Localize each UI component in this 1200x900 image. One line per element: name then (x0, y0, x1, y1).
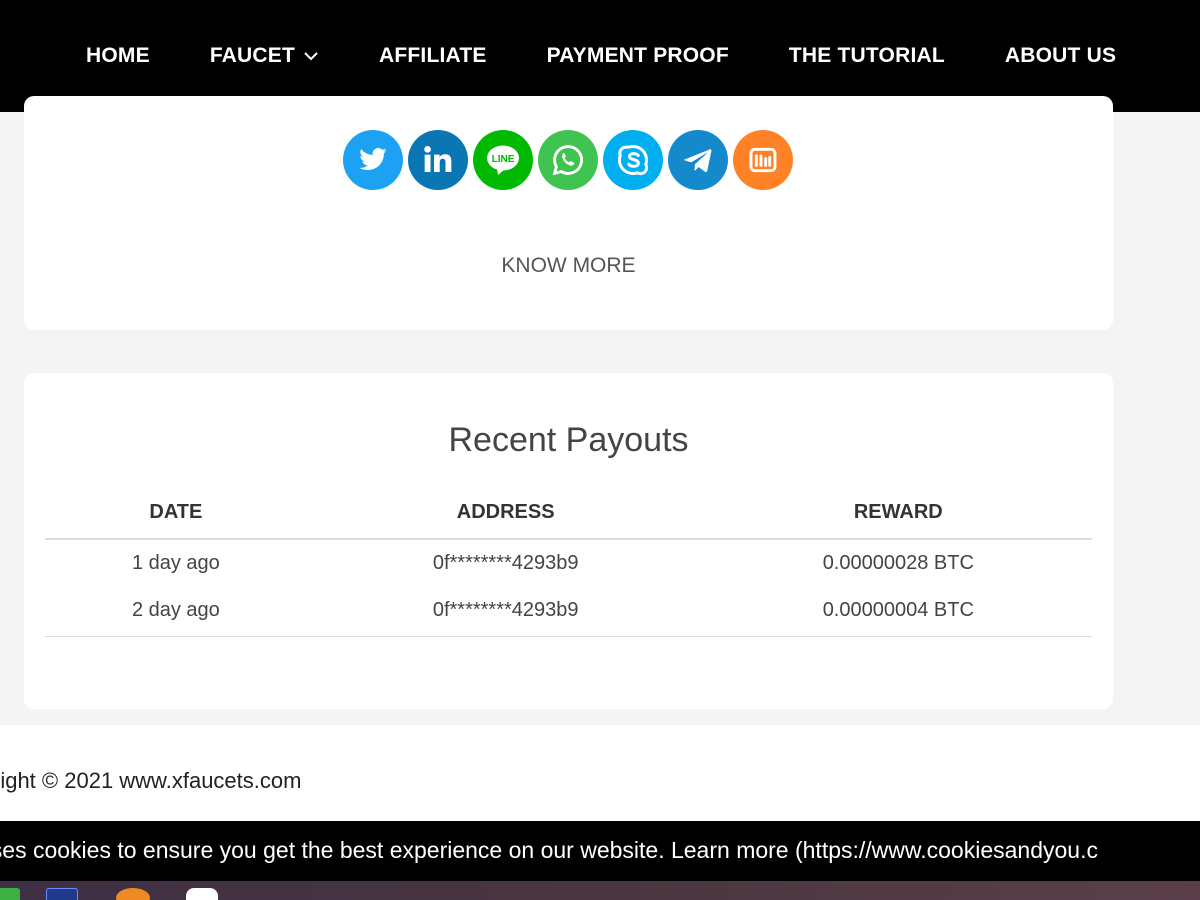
nav-affiliate[interactable]: AFFILIATE (379, 44, 487, 68)
payouts-title: Recent Payouts (448, 421, 689, 459)
telegram-share-button[interactable] (668, 130, 728, 190)
line-share-button[interactable]: LINE (473, 130, 533, 190)
taskbar-app-icon[interactable] (0, 888, 20, 900)
payout-reward: 0.00000004 BTC (704, 587, 1092, 637)
payout-date: 2 day ago (45, 587, 307, 637)
os-taskbar (0, 881, 1200, 900)
nav-tutorial-label: THE TUTORIAL (788, 44, 945, 67)
recent-payouts-card: Recent Payouts DATE ADDRESS REWARD 1 day… (24, 373, 1113, 709)
column-header-address: ADDRESS (306, 485, 705, 540)
share-buttons: LINE (343, 130, 793, 190)
taskbar-app-icon[interactable] (46, 888, 78, 900)
payout-reward: 0.00000028 BTC (822, 552, 974, 574)
linkedin-share-button[interactable] (408, 130, 468, 190)
page: HOME FAUCET AFFILIATE PAYMENT PROOF THE … (0, 0, 1200, 900)
svg-text:LINE: LINE (492, 154, 515, 165)
payout-address: 0f********4293b9 (432, 552, 579, 574)
nav-affiliate-label: AFFILIATE (379, 44, 487, 67)
nav-faucet-label: FAUCET (209, 44, 296, 67)
copyright-text: yright © 2021 www.xfaucets.com (0, 768, 302, 793)
payouts-table: DATE ADDRESS REWARD 1 day ago 0f********… (45, 485, 1092, 637)
linkedin-icon (424, 146, 452, 172)
payouts-header-row: DATE ADDRESS REWARD (45, 485, 1092, 540)
whatsapp-icon (552, 145, 583, 176)
nav-home[interactable]: HOME (86, 44, 150, 68)
mix-icon (749, 147, 777, 173)
skype-share-button[interactable] (603, 130, 663, 190)
nav-home-label: HOME (86, 44, 150, 67)
column-header-date: DATE (45, 485, 307, 540)
taskbar-app-icon[interactable] (186, 888, 218, 900)
table-row: 2 day ago 0f********4293b9 0.00000004 BT… (45, 587, 1092, 637)
nav-about-us[interactable]: ABOUT US (1005, 44, 1116, 68)
table-row: 1 day ago 0f********4293b9 0.00000028 BT… (45, 539, 1092, 587)
nav-faucet[interactable]: FAUCET (210, 44, 319, 68)
line-icon: LINE (487, 145, 519, 175)
whatsapp-share-button[interactable] (538, 130, 598, 190)
column-header-reward: REWARD (704, 485, 1092, 540)
nav-tutorial[interactable]: THE TUTORIAL (789, 44, 945, 68)
chevron-down-icon (304, 52, 318, 61)
telegram-icon (684, 149, 712, 173)
payout-address: 0f********4293b9 (306, 587, 705, 637)
know-more-link[interactable]: KNOW MORE (24, 254, 1113, 278)
cookie-consent-bar: uses cookies to ensure you get the best … (0, 821, 1200, 881)
mix-share-button[interactable] (733, 130, 793, 190)
nav-about-us-label: ABOUT US (1004, 44, 1117, 67)
twitter-share-button[interactable] (343, 130, 403, 190)
nav-payment-proof-label: PAYMENT PROOF (546, 44, 729, 67)
cookie-consent-text[interactable]: uses cookies to ensure you get the best … (0, 837, 1098, 864)
share-card: LINE KNOW MORE (24, 96, 1113, 330)
twitter-icon (359, 148, 387, 171)
taskbar-app-icon[interactable] (116, 888, 150, 900)
nav-payment-proof[interactable]: PAYMENT PROOF (547, 44, 729, 68)
payout-date: 1 day ago (131, 552, 220, 574)
skype-icon (618, 145, 649, 176)
